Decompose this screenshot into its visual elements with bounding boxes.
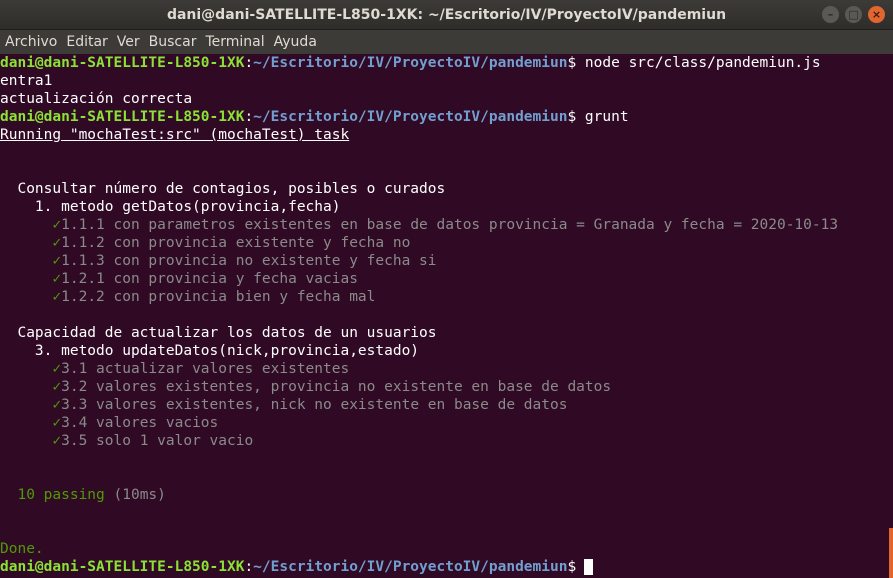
menu-editar[interactable]: Editar [66,34,107,50]
test-name: 3.5 solo 1 valor vacio [61,433,254,449]
subsuite-title-text: 1. metodo getDatos(provincia,fecha) [34,199,341,215]
suite-title-text: Consultar número de contagios, posibles … [17,181,446,197]
test-line: ✓3.1 actualizar valores existentes [0,360,893,378]
output-line: entra1 [0,73,53,89]
subsuite-title: 1. metodo getDatos(provincia,fecha) [0,198,893,216]
prompt-path: ~/Escritorio/IV/ProyectoIV/pandemiun [253,109,568,125]
command-text: grunt [584,109,629,125]
check-icon: ✓ [52,289,62,305]
test-name: 3.4 valores vacios [61,415,219,431]
menu-archivo[interactable]: Archivo [5,34,57,50]
menu-ver[interactable]: Ver [117,34,140,50]
check-icon: ✓ [52,433,62,449]
menu-terminal[interactable]: Terminal [205,34,264,50]
terminal-window: dani@dani-SATELLITE-L850-1XK: ~/Escritor… [0,0,893,578]
test-line: ✓1.1.2 con provincia existente y fecha n… [0,234,893,252]
check-icon: ✓ [52,253,62,269]
prompt-line: dani@dani-SATELLITE-L850-1XK:~/Escritori… [0,109,629,125]
prompt-line: dani@dani-SATELLITE-L850-1XK:~/Escritori… [0,558,893,576]
prompt-path: ~/Escritorio/IV/ProyectoIV/pandemiun [253,55,568,71]
close-icon[interactable]: × [868,6,885,23]
passing-count: 10 passing [17,487,105,503]
prompt-user: dani@dani-SATELLITE-L850-1XK [0,559,245,575]
test-name: 1.1.2 con provincia existente y fecha no [61,235,411,251]
check-icon: ✓ [52,379,62,395]
test-name: 1.2.2 con provincia bien y fecha mal [61,289,376,305]
test-name: 3.2 valores existentes, provincia no exi… [61,379,612,395]
test-name: 1.2.1 con provincia y fecha vacias [61,271,358,287]
menu-bar: Archivo Editar Ver Buscar Terminal Ayuda [0,30,893,54]
window-title: dani@dani-SATELLITE-L850-1XK: ~/Escritor… [166,6,727,23]
test-line: ✓1.1.3 con provincia no existente y fech… [0,252,893,270]
maximize-icon[interactable]: □ [845,6,862,23]
suite-title: Capacidad de actualizar los datos de un … [0,324,893,342]
terminal-output[interactable]: dani@dani-SATELLITE-L850-1XK:~/Escritori… [0,54,893,578]
prompt-line: dani@dani-SATELLITE-L850-1XK:~/Escritori… [0,55,821,71]
prompt-symbol: $ [567,559,577,575]
check-icon: ✓ [52,397,62,413]
check-icon: ✓ [52,361,62,377]
cursor[interactable] [584,559,594,575]
done-line: Done. [0,541,44,557]
task-running-line: Running "mochaTest:src" (mochaTest) task [0,127,350,143]
minimize-icon[interactable]: – [822,6,839,23]
scrollbar-thumb[interactable] [889,528,893,578]
command-text: node src/class/pandemiun.js [584,55,821,71]
prompt-user: dani@dani-SATELLITE-L850-1XK [0,109,245,125]
subsuite-title: 3. metodo updateDatos(nick,provincia,est… [0,342,893,360]
check-icon: ✓ [52,415,62,431]
prompt-path: ~/Escritorio/IV/ProyectoIV/pandemiun [253,559,568,575]
test-line: ✓1.2.2 con provincia bien y fecha mal [0,288,893,306]
suite-title-text: Capacidad de actualizar los datos de un … [17,325,437,341]
menu-ayuda[interactable]: Ayuda [274,34,317,50]
test-line: ✓1.1.1 con parametros existentes en base… [0,216,893,234]
subsuite-title-text: 3. metodo updateDatos(nick,provincia,est… [34,343,420,359]
test-line: ✓3.2 valores existentes, provincia no ex… [0,378,893,396]
test-line: ✓3.4 valores vacios [0,414,893,432]
check-icon: ✓ [52,271,62,287]
prompt-symbol: $ [567,109,577,125]
title-bar: dani@dani-SATELLITE-L850-1XK: ~/Escritor… [0,0,893,30]
test-line: ✓3.5 solo 1 valor vacio [0,432,893,450]
test-name: 3.3 valores existentes, nick no existent… [61,397,568,413]
test-name: 1.1.1 con parametros existentes en base … [61,217,839,233]
test-name: 1.1.3 con provincia no existente y fecha… [61,253,437,269]
menu-buscar[interactable]: Buscar [149,34,197,50]
prompt-user: dani@dani-SATELLITE-L850-1XK [0,55,245,71]
prompt-symbol: $ [567,55,577,71]
window-controls: – □ × [822,6,885,23]
test-name: 3.1 actualizar valores existentes [61,361,350,377]
passing-line: 10 passing (10ms) [0,486,893,504]
check-icon: ✓ [52,217,62,233]
test-line: ✓3.3 valores existentes, nick no existen… [0,396,893,414]
suite-title: Consultar número de contagios, posibles … [0,180,893,198]
passing-duration: (10ms) [113,487,166,503]
output-line: actualización correcta [0,91,193,107]
test-line: ✓1.2.1 con provincia y fecha vacias [0,270,893,288]
check-icon: ✓ [52,235,62,251]
